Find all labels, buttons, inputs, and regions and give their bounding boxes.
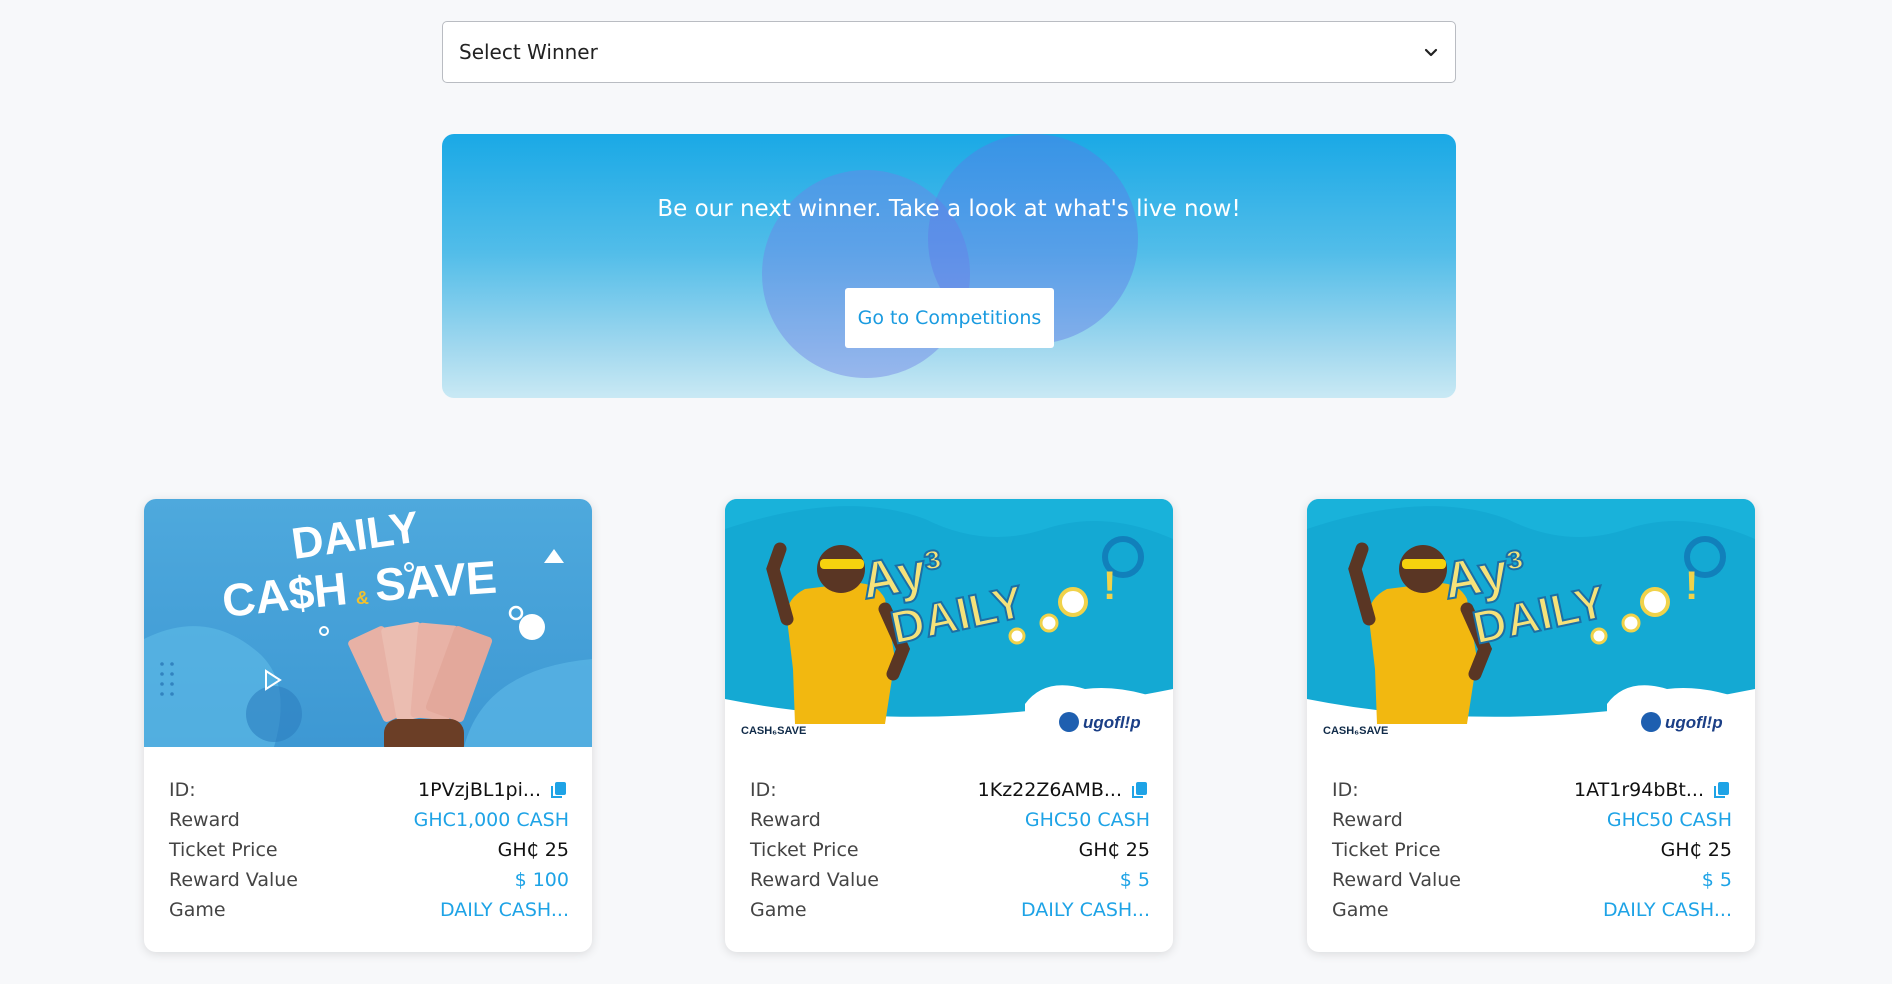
competition-image-ay3-daily[interactable]: Ay³ DAILY ! CASH₆SAVE ugofl!p [725,499,1173,747]
card-row-reward-value: Reward Value $ 5 [1332,865,1732,895]
ay3-daily-artwork: Ay³ DAILY ! CASH₆SAVE ugofl!p [1307,499,1755,747]
card-row-reward: Reward GHC50 CASH [1332,805,1732,835]
reward-value-amount: $ 5 [1119,869,1150,891]
cash-save-small-logo: CASH₆SAVE [1323,725,1388,737]
game-value[interactable]: DAILY CASH... [1021,899,1150,921]
competition-image-ay3-daily[interactable]: Ay³ DAILY ! CASH₆SAVE ugofl!p [1307,499,1755,747]
ticket-price-value: GH₵ 25 [1660,839,1732,861]
card-row-ticket-price: Ticket Price GH₵ 25 [169,835,569,865]
ticket-price-value: GH₵ 25 [1078,839,1150,861]
card-row-game: Game DAILY CASH... [1332,895,1732,925]
card-row-reward: Reward GHC50 CASH [750,805,1150,835]
daily-cash-save-artwork: DAILY CA$H & SAVE [144,499,592,747]
ticket-price-label: Ticket Price [169,839,278,861]
card-row-id: ID: 1AT1r94bBt... [1332,775,1732,805]
reward-label: Reward [169,809,240,831]
game-label: Game [1332,899,1389,921]
select-winner-label: Select Winner [459,40,598,64]
ticket-price-label: Ticket Price [750,839,859,861]
ay3-daily-artwork: Ay³ DAILY ! CASH₆SAVE ugofl!p [725,499,1173,747]
competition-card[interactable]: DAILY CA$H & SAVE ID: 1PVzjBL1pi... Rewa… [144,499,592,952]
card-row-ticket-price: Ticket Price GH₵ 25 [1332,835,1732,865]
svg-text:!: ! [1685,564,1698,608]
id-label: ID: [750,779,777,801]
reward-label: Reward [750,809,821,831]
reward-value: GHC1,000 CASH [413,809,569,831]
cash-save-small-logo: CASH₆SAVE [741,725,806,737]
svg-text:&: & [356,588,369,608]
reward-value: GHC50 CASH [1024,809,1150,831]
card-row-game: Game DAILY CASH... [750,895,1150,925]
copy-icon[interactable] [549,780,569,800]
svg-text:SAVE: SAVE [373,551,498,611]
reward-value-label: Reward Value [169,869,298,891]
id-value: 1Kz22Z6AMB... [977,779,1122,801]
competition-card[interactable]: Ay³ DAILY ! CASH₆SAVE ugofl!p ID: 1AT1r9… [1307,499,1755,952]
copy-icon[interactable] [1712,780,1732,800]
go-to-competitions-button[interactable]: Go to Competitions [845,288,1054,348]
card-row-reward-value: Reward Value $ 100 [169,865,569,895]
ugoflip-logo: ugofl!p [1083,713,1141,732]
banner-headline: Be our next winner. Take a look at what'… [657,196,1241,222]
card-row-ticket-price: Ticket Price GH₵ 25 [750,835,1150,865]
chevron-down-icon [1424,48,1438,57]
ticket-price-value: GH₵ 25 [497,839,569,861]
card-row-reward-value: Reward Value $ 5 [750,865,1150,895]
id-label: ID: [1332,779,1359,801]
card-details: ID: 1Kz22Z6AMB... Reward GHC50 CASH Tick… [750,775,1150,925]
reward-value-amount: $ 5 [1701,869,1732,891]
game-value[interactable]: DAILY CASH... [1603,899,1732,921]
promo-banner: Be our next winner. Take a look at what'… [442,134,1456,398]
card-details: ID: 1PVzjBL1pi... Reward GHC1,000 CASH T… [169,775,569,925]
card-row-game: Game DAILY CASH... [169,895,569,925]
id-value: 1PVzjBL1pi... [418,779,541,801]
reward-value-amount: $ 100 [514,869,569,891]
competition-image-daily-cash-save[interactable]: DAILY CA$H & SAVE [144,499,592,747]
card-row-reward: Reward GHC1,000 CASH [169,805,569,835]
reward-value-label: Reward Value [750,869,879,891]
svg-text:!: ! [1103,564,1116,608]
reward-value: GHC50 CASH [1606,809,1732,831]
copy-icon[interactable] [1130,780,1150,800]
competition-card[interactable]: Ay³ DAILY ! CASH₆SAVE ugofl!p ID: 1Kz22Z… [725,499,1173,952]
game-label: Game [750,899,807,921]
card-row-id: ID: 1Kz22Z6AMB... [750,775,1150,805]
id-value: 1AT1r94bBt... [1574,779,1704,801]
game-label: Game [169,899,226,921]
ticket-price-label: Ticket Price [1332,839,1441,861]
card-row-id: ID: 1PVzjBL1pi... [169,775,569,805]
game-value[interactable]: DAILY CASH... [440,899,569,921]
card-details: ID: 1AT1r94bBt... Reward GHC50 CASH Tick… [1332,775,1732,925]
id-label: ID: [169,779,196,801]
reward-label: Reward [1332,809,1403,831]
reward-value-label: Reward Value [1332,869,1461,891]
select-winner-dropdown[interactable]: Select Winner [442,21,1456,83]
ugoflip-logo: ugofl!p [1665,713,1723,732]
